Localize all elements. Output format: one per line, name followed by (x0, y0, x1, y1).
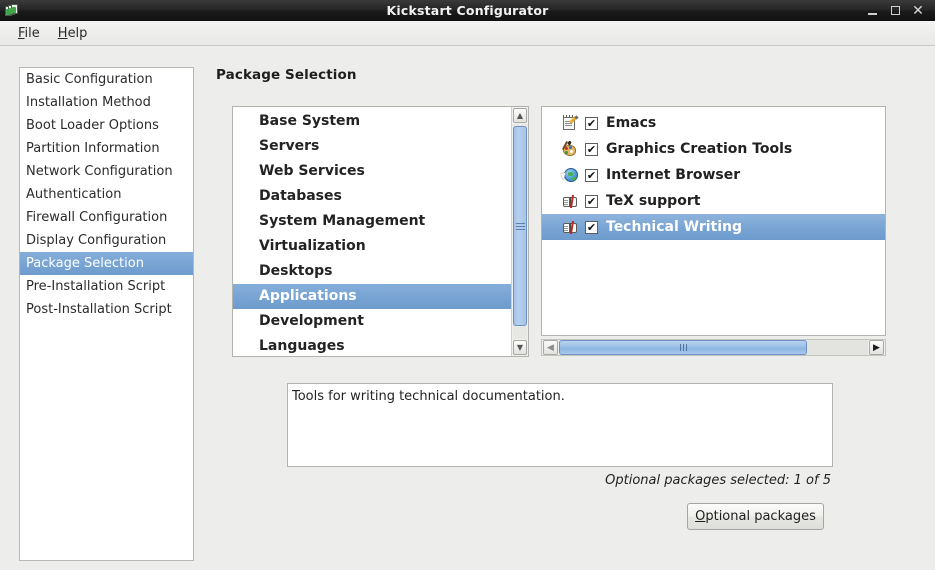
notepad-pencil-icon (562, 115, 579, 131)
sidebar-item[interactable]: Post-Installation Script (20, 298, 193, 321)
package-label: TeX support (606, 193, 701, 209)
globe-icon (561, 167, 579, 183)
window-controls: ✕ (866, 4, 935, 18)
category-item[interactable]: Applications (233, 284, 511, 309)
package-row[interactable]: ✔ Technical Writing (542, 214, 885, 240)
window-title: Kickstart Configurator (386, 3, 549, 18)
page-title: Package Selection (216, 67, 357, 83)
category-item[interactable]: Databases (233, 184, 511, 209)
sidebar-item[interactable]: Boot Loader Options (20, 114, 193, 137)
category-item[interactable]: System Management (233, 209, 511, 234)
package-label: Graphics Creation Tools (606, 141, 793, 157)
category-item[interactable]: Web Services (233, 159, 511, 184)
open-book-icon (562, 219, 579, 235)
package-description: Tools for writing technical documentatio… (287, 383, 833, 467)
open-book-icon (562, 193, 579, 209)
sidebar-item[interactable]: Installation Method (20, 91, 193, 114)
sidebar-item[interactable]: Network Configuration (20, 160, 193, 183)
category-scroll-track[interactable] (513, 124, 527, 339)
package-label: Emacs (606, 115, 657, 131)
optional-packages-button-mnemonic: O (695, 509, 706, 524)
package-row[interactable]: ✔ Graphics Creation Tools (542, 136, 885, 162)
category-item[interactable]: Base System (233, 109, 511, 134)
package-checkbox[interactable]: ✔ (585, 142, 598, 156)
package-scroll-track[interactable] (559, 340, 868, 355)
package-scroll-thumb[interactable] (559, 340, 807, 355)
category-vertical-scrollbar[interactable]: ▲ ▼ (511, 107, 528, 356)
menu-help[interactable]: Help (49, 24, 97, 43)
close-icon[interactable]: ✕ (912, 4, 924, 18)
scroll-grip-icon (679, 344, 687, 351)
package-label: Internet Browser (606, 167, 741, 183)
category-item[interactable]: Development (233, 309, 511, 334)
category-scroll-thumb[interactable] (513, 126, 527, 326)
menu-file-rest: ile (24, 25, 40, 41)
sidebar-item[interactable]: Partition Information (20, 137, 193, 160)
sidebar-item[interactable]: Basic Configuration (20, 68, 193, 91)
scroll-down-icon[interactable]: ▼ (513, 340, 527, 355)
optional-packages-button[interactable]: Optional packages (687, 503, 824, 530)
category-item[interactable]: Languages (233, 334, 511, 356)
category-item[interactable]: Desktops (233, 259, 511, 284)
package-label: Technical Writing (606, 219, 743, 235)
package-row[interactable]: ✔ Emacs (542, 110, 885, 136)
category-listbox[interactable]: Base System Servers Web Services Databases S… (232, 106, 529, 357)
package-horizontal-scrollbar[interactable]: ◀ ▶ (541, 339, 886, 356)
sidebar-item[interactable]: Authentication (20, 183, 193, 206)
scroll-up-icon[interactable]: ▲ (513, 108, 527, 123)
menu-file[interactable]: File (9, 24, 49, 43)
sidebar-item[interactable]: Pre-Installation Script (20, 275, 193, 298)
package-checkbox[interactable]: ✔ (585, 220, 598, 234)
package-checkbox[interactable]: ✔ (585, 194, 598, 208)
maximize-icon[interactable] (889, 5, 901, 17)
optional-packages-button-label: ptional packages (705, 509, 816, 524)
menubar: File Help (0, 21, 935, 46)
sidebar-item[interactable]: Display Configuration (20, 229, 193, 252)
minimize-icon[interactable] (866, 5, 878, 17)
package-checkbox[interactable]: ✔ (585, 168, 598, 182)
app-icon (4, 3, 20, 19)
package-listbox[interactable]: ✔ Emacs ✔ Graphics Creation Tools ✔ Internet … (541, 106, 886, 336)
category-item[interactable]: Virtualization (233, 234, 511, 259)
package-checkbox[interactable]: ✔ (585, 116, 598, 130)
window-titlebar: Kickstart Configurator ✕ (0, 0, 935, 22)
sidebar-item[interactable]: Package Selection (20, 252, 193, 275)
scroll-grip-icon (515, 222, 525, 230)
sidebar-item[interactable]: Firewall Configuration (20, 206, 193, 229)
category-item[interactable]: Servers (233, 134, 511, 159)
paint-palette-icon (562, 140, 579, 157)
package-row[interactable]: ✔ Internet Browser (542, 162, 885, 188)
status-text: Optional packages selected: 1 of 5 (605, 473, 831, 488)
package-row[interactable]: ✔ TeX support (542, 188, 885, 214)
scroll-left-icon[interactable]: ◀ (543, 340, 558, 355)
kickstart-configurator-window: Kickstart Configurator ✕ File Help Basic… (0, 0, 935, 570)
category-list[interactable]: Base System Servers Web Services Databases S… (233, 107, 511, 356)
scroll-right-icon[interactable]: ▶ (869, 340, 884, 355)
menu-help-rest: elp (67, 25, 88, 41)
